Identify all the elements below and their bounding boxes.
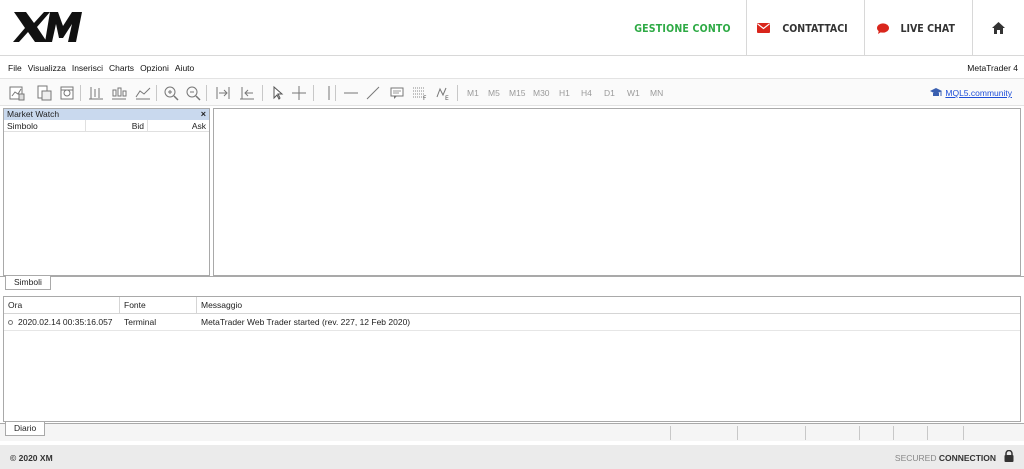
market-watch-icon[interactable]	[58, 84, 76, 102]
timeframe-h4[interactable]: H4	[581, 88, 592, 98]
market-watch-titlebar[interactable]: Market Watch ×	[4, 109, 209, 120]
menu-opzioni[interactable]: Opzioni	[140, 63, 169, 73]
status-bar	[0, 423, 1024, 441]
info-dot-icon	[8, 319, 13, 325]
menu-bar: File Visualizza Inserisci Charts Opzioni…	[0, 60, 1024, 76]
journal-header: Ora Fonte Messaggio	[4, 297, 1020, 314]
tab-simboli[interactable]: Simboli	[5, 276, 51, 290]
cursor-icon[interactable]	[268, 84, 286, 102]
table-row[interactable]: 2020.02.14 00:35:16.057 Terminal MetaTra…	[4, 314, 1020, 331]
menu-inserisci[interactable]: Inserisci	[72, 63, 103, 73]
status-divider	[670, 426, 671, 440]
toolbar-separator	[80, 85, 81, 101]
status-divider	[859, 426, 860, 440]
toolbar-separator	[262, 85, 263, 101]
status-divider	[737, 426, 738, 440]
status-divider	[893, 426, 894, 440]
column-simbolo[interactable]: Simbolo	[4, 120, 86, 131]
candlestick-icon[interactable]	[110, 84, 128, 102]
text-label-icon[interactable]	[388, 84, 406, 102]
chart-workspace[interactable]	[213, 108, 1021, 276]
autoscroll-icon[interactable]	[238, 84, 256, 102]
platform-name: MetaTrader 4	[967, 63, 1018, 73]
status-divider	[927, 426, 928, 440]
footer: © 2020 XM SECURED CONNECTION	[0, 445, 1024, 469]
toolbar-separator	[156, 85, 157, 101]
journal-time-cell: 2020.02.14 00:35:16.057	[4, 314, 120, 330]
timeframe-w1[interactable]: W1	[627, 88, 640, 98]
chart-shift-icon[interactable]	[214, 84, 232, 102]
market-watch-title: Market Watch	[7, 109, 60, 119]
timeframe-mn[interactable]: MN	[650, 88, 663, 98]
contattaci-label: CONTATTACI	[782, 21, 849, 35]
zoom-in-icon[interactable]	[162, 84, 180, 102]
column-messaggio[interactable]: Messaggio	[197, 297, 1020, 313]
journal-time: 2020.02.14 00:35:16.057	[18, 316, 113, 327]
trendline-icon[interactable]	[364, 84, 382, 102]
journal-source: Terminal	[124, 317, 157, 327]
lock-icon	[1004, 450, 1014, 462]
menu-visualizza[interactable]: Visualizza	[28, 63, 66, 73]
tab-diario[interactable]: Diario	[5, 422, 46, 436]
bar-chart-icon[interactable]	[87, 84, 105, 102]
line-chart-icon[interactable]	[134, 84, 152, 102]
zoom-out-icon[interactable]	[184, 84, 202, 102]
chat-bubble-icon	[877, 22, 890, 34]
column-fonte[interactable]: Fonte	[120, 297, 197, 313]
column-ask[interactable]: Ask	[148, 120, 209, 131]
contattaci-link[interactable]: CONTATTACI	[746, 0, 864, 56]
secured-connection: SECURED CONNECTION	[895, 453, 996, 463]
menu-charts[interactable]: Charts	[109, 63, 134, 73]
home-link[interactable]	[972, 0, 1024, 56]
menu-aiuto[interactable]: Aiuto	[175, 63, 194, 73]
timeframe-m5[interactable]: M5	[488, 88, 500, 98]
status-divider	[963, 426, 964, 440]
status-divider	[805, 426, 806, 440]
journal-panel: Ora Fonte Messaggio 2020.02.14 00:35:16.…	[3, 296, 1021, 422]
mail-icon	[757, 23, 771, 33]
home-icon	[992, 22, 1005, 34]
menu-file[interactable]: File	[8, 63, 22, 73]
toolbar: F E M1 M5 M15 M30 H1 H4 D1 W1 MN MQL5.co…	[0, 78, 1024, 106]
timeframe-d1[interactable]: D1	[604, 88, 615, 98]
timeframe-m15[interactable]: M15	[509, 88, 526, 98]
gestione-conto-link[interactable]: GESTIONE CONTO	[629, 0, 737, 56]
copyright: © 2020 XM	[10, 453, 53, 463]
fibonacci-icon[interactable]: F	[411, 84, 429, 102]
gestione-conto-label: GESTIONE CONTO	[634, 21, 731, 35]
connection-label: CONNECTION	[938, 453, 996, 463]
objects-icon[interactable]: E	[434, 84, 452, 102]
toolbar-separator	[206, 85, 207, 101]
mql5-community-link[interactable]: MQL5.community	[930, 88, 1012, 98]
journal-message: MetaTrader Web Trader started (rev. 227,…	[201, 317, 411, 327]
timeframe-m1[interactable]: M1	[467, 88, 479, 98]
live-chat-link[interactable]: LIVE CHAT	[864, 0, 972, 56]
mql5-community-label: MQL5.community	[945, 88, 1012, 98]
timeframe-h1[interactable]: H1	[559, 88, 570, 98]
market-watch-panel: Market Watch × Simbolo Bid Ask	[3, 108, 210, 276]
top-header: GESTIONE CONTO CONTATTACI LIVE CHAT	[0, 0, 1024, 56]
secured-label: SECURED	[894, 453, 937, 463]
toolbar-separator	[313, 85, 314, 101]
new-chart-icon[interactable]	[8, 84, 26, 102]
svg-text:E: E	[445, 95, 449, 101]
horizontal-line-icon[interactable]	[342, 84, 360, 102]
panel-divider	[0, 276, 1024, 277]
svg-text:F: F	[423, 95, 427, 101]
close-icon[interactable]: ×	[201, 109, 206, 120]
crosshair-icon[interactable]	[290, 84, 308, 102]
column-bid[interactable]: Bid	[86, 120, 148, 131]
timeframe-m30[interactable]: M30	[533, 88, 550, 98]
profiles-icon[interactable]	[35, 84, 53, 102]
toolbar-separator	[335, 85, 336, 101]
graduation-cap-icon	[930, 88, 943, 96]
market-watch-header: Simbolo Bid Ask	[4, 120, 209, 132]
column-ora[interactable]: Ora	[4, 297, 120, 313]
toolbar-separator	[457, 85, 458, 101]
xm-logo[interactable]	[10, 10, 86, 44]
live-chat-label: LIVE CHAT	[900, 21, 956, 35]
